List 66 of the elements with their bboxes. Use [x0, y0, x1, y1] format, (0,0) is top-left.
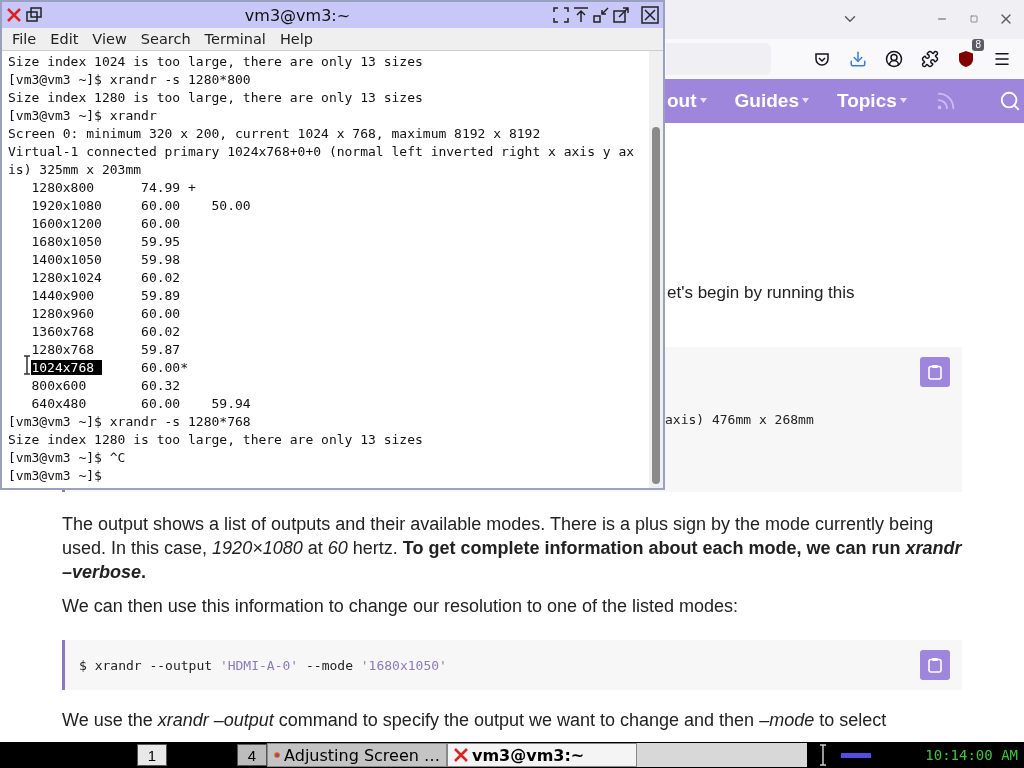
window-title: vm3@vm3:~	[243, 5, 352, 25]
fullscreen-icon[interactable]	[553, 7, 569, 23]
meter-icon	[841, 751, 871, 759]
terminal-line: [vm3@vm3 ~]$ ^C	[8, 449, 127, 467]
caret-icon	[699, 98, 707, 104]
menu-item[interactable]: File	[6, 31, 43, 47]
terminal-line: [vm3@vm3 ~]$ xrandr -s 1280*768	[8, 413, 252, 431]
workspace-button[interactable]: 1	[137, 744, 167, 766]
clipboard-icon	[928, 364, 942, 380]
terminal-line: 1360x768 60.02	[30, 323, 182, 341]
terminal-line: [vm3@vm3 ~]$ xrandr	[8, 107, 158, 125]
close-icon[interactable]	[641, 6, 659, 24]
paragraph-text: et's begin by running this	[667, 283, 856, 303]
terminal-line: [vm3@vm3 ~]$	[8, 467, 103, 485]
text-cursor-icon	[23, 355, 31, 375]
terminal-line: 1280x768 59.87	[30, 341, 182, 359]
terminal-line: 1680x1050 59.95	[30, 233, 182, 251]
paragraph-text: We use the xrandr –output command to specify the output we want to change and then –mode to select	[62, 709, 888, 732]
terminal-line: [vm3@vm3 ~]$ xrandr -s 1280*800	[8, 71, 252, 89]
paragraph-text: We can then use this information to change our resolution to one of the listed modes:	[62, 595, 740, 618]
maximize-icon[interactable]	[613, 7, 629, 23]
code-text: axis) 476mm x 268mm	[665, 412, 814, 427]
terminal-line: Size index 1280 is too large, there are only 13 sizes	[8, 89, 424, 107]
clipboard-icon	[928, 657, 942, 673]
account-icon[interactable]	[884, 48, 904, 69]
terminal-line: 1280x960 60.00	[30, 305, 182, 323]
raise-icon[interactable]	[573, 7, 589, 23]
menu-item[interactable]: View	[86, 31, 133, 47]
menu-item[interactable]: Terminal	[198, 31, 272, 47]
clock-text: 10:14:00 AM	[925, 747, 1018, 763]
x-icon	[454, 748, 468, 762]
terminal-line: Screen 0: minimum 320 x 200, current 1024 x 768, maximum 8192 x 8192	[8, 125, 542, 143]
minimize-icon[interactable]	[593, 7, 609, 23]
terminal-line: 1400x1050 59.98	[30, 251, 182, 269]
workspace-button[interactable]: 4	[237, 744, 267, 766]
menu-item[interactable]: Search	[134, 31, 197, 47]
task-button[interactable]: Adjusting Screen …	[267, 743, 447, 767]
copy-button[interactable]	[920, 357, 950, 387]
terminal-line: 640x480 60.00 59.94	[30, 395, 252, 413]
menu-item[interactable]: Edit	[44, 31, 85, 47]
extensions-icon[interactable]	[920, 48, 940, 69]
terminal-line: Virtual-1 connected primary 1024x768+0+0 (normal left inverted right x axis y ax	[8, 143, 636, 161]
restore-icon[interactable]	[26, 7, 42, 23]
caret-icon	[801, 98, 809, 104]
shield-icon[interactable]	[958, 49, 974, 68]
terminal-line: 1280x800 74.99 +	[30, 179, 197, 197]
cursor-icon	[819, 744, 827, 766]
copy-button[interactable]	[920, 650, 950, 680]
scrollbar[interactable]	[649, 51, 663, 488]
terminal-line: 1920x1080 60.00 50.00	[30, 197, 252, 215]
menu-item[interactable]: Help	[273, 31, 319, 47]
search-icon[interactable]	[998, 89, 1021, 112]
terminal-line: 1024x768 60.00*	[30, 359, 189, 377]
terminal-line: 1280x1024 60.02	[30, 269, 182, 287]
scrollbar-thumb[interactable]	[652, 127, 660, 484]
terminal-line: 1440x900 59.89	[30, 287, 182, 305]
terminal-line: 1600x1200 60.00	[30, 215, 182, 233]
caret-icon	[899, 98, 907, 104]
terminal-line: 800x600 60.32	[30, 377, 182, 395]
paragraph-text: The output shows a list of outputs and their available modes. There is a plus sign by the mode currently being used. In this case, 1920×1080 at 60 hertz. To get complete information about each mode, we can run xrandr –verbose.	[62, 513, 962, 584]
terminal-line: Size index 1024 is too large, there are only 13 sizes	[8, 53, 424, 71]
task-button[interactable]: vm3@vm3:~	[447, 743, 637, 767]
terminal-line: Size index 1280 is too large, there are only 13 sizes	[8, 431, 424, 449]
code-text: $ xrandr --output 'HDMI-A-0' --mode '1680x1050'	[79, 657, 447, 673]
terminal-line: is) 325mm x 203mm	[8, 161, 143, 179]
address-field[interactable]	[666, 42, 771, 75]
